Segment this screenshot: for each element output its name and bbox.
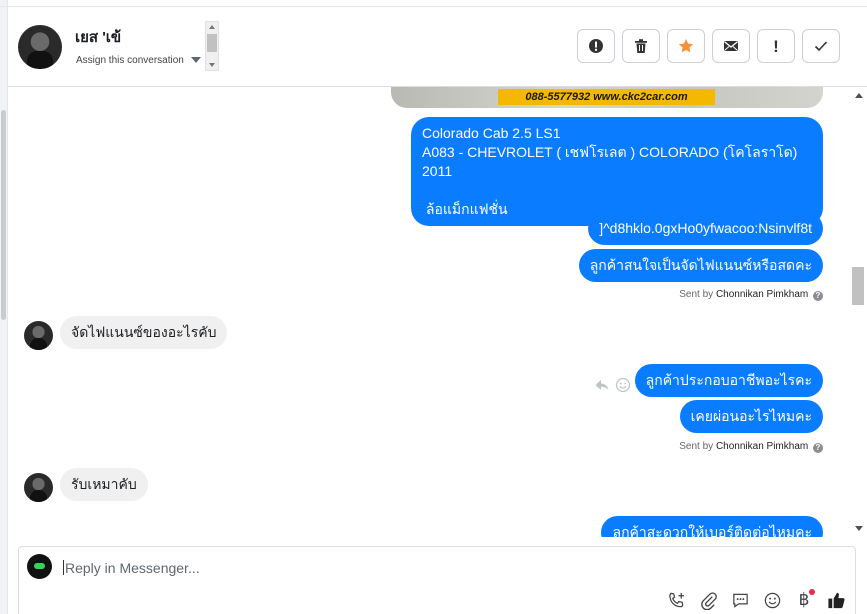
exclamation-icon: ! [773,36,779,56]
message-line: A083 - CHEVROLET ( เชฟโรเลต ) COLORADO (… [422,144,798,179]
sent-by-label: Sent by Chonnikan Pimkham ? [679,441,823,453]
contact-avatar-small[interactable] [24,473,53,502]
sender-name[interactable]: Chonnikan Pimkham [716,289,808,300]
header-actions: ! [577,29,840,63]
like-button[interactable] [825,589,847,611]
thumbs-up-icon [827,592,845,608]
reply-icon[interactable] [594,377,610,393]
sent-by-prefix: Sent by [679,441,714,452]
delete-button[interactable] [622,29,660,63]
payment-button[interactable]: ฿ [793,589,815,611]
done-button[interactable] [802,29,840,63]
notification-dot [809,589,815,595]
assign-conversation-dropdown[interactable]: Assign this conversation [76,55,184,66]
scroll-up-arrow-icon[interactable] [855,93,863,98]
star-button[interactable] [667,29,705,63]
spam-button[interactable] [577,29,615,63]
contact-avatar-small[interactable] [24,321,53,350]
baht-icon: ฿ [798,590,810,609]
message-thread: 088-5577932 www.ckc2car.com Colorado Cab… [8,87,851,537]
mark-unread-button[interactable] [712,29,750,63]
help-icon[interactable]: ? [813,443,823,453]
contact-name[interactable]: เยส 'เข้ [75,25,121,49]
caret-down-icon[interactable] [191,57,201,63]
attach-button[interactable] [697,589,719,611]
emoji-icon [764,592,780,608]
message-line: Colorado Cab 2.5 LS1 [422,125,561,141]
scrollbar-thumb[interactable] [207,34,217,52]
sender-name[interactable]: Chonnikan Pimkham [716,441,808,452]
outgoing-message[interactable]: ลูกค้าประกอบอาชีพอะไรคะ [634,364,823,397]
reply-placeholder: Reply in Messenger... [65,560,200,576]
left-panel-edge [0,0,8,614]
left-scrollbar-thumb[interactable] [1,110,6,320]
follow-up-button[interactable]: ! [757,29,795,63]
car-photo-attachment[interactable]: 088-5577932 www.ckc2car.com [391,87,823,108]
message-line [422,181,812,200]
envelope-icon [724,41,738,51]
star-icon [678,39,694,53]
saved-replies-button[interactable] [729,589,751,611]
outgoing-message[interactable]: Colorado Cab 2.5 LS1 A083 - CHEVROLET ( … [411,117,823,226]
contact-avatar[interactable] [18,25,62,69]
outgoing-message[interactable]: เคยผ่อนอะไรไหมคะ [679,400,823,433]
phone-add-icon [668,592,684,607]
composer-tools: ฿ [665,589,847,611]
chat-bubble-icon [732,593,748,608]
reply-composer: Reply in Messenger... ฿ [18,546,856,614]
thread-scrollbar[interactable] [851,87,867,537]
assign-list-scrollbar[interactable] [205,21,219,71]
call-button[interactable] [665,589,687,611]
outgoing-message[interactable]: ลูกค้าสะดวกให้เบอร์ติดต่อไหมคะ [601,516,823,537]
outgoing-message[interactable]: ลูกค้าสนใจเป็นจัดไฟแนนซ์หรือสดคะ [578,249,823,282]
scroll-up-arrow-icon[interactable] [209,25,215,29]
sent-by-prefix: Sent by [679,289,714,300]
sent-by-label: Sent by Chonnikan Pimkham ? [679,289,823,301]
trash-icon [635,39,647,53]
scrollbar-thumb[interactable] [852,267,864,305]
incoming-message[interactable]: รับเหมาคับ [60,468,148,501]
text-cursor [63,560,64,575]
emoji-button[interactable] [761,589,783,611]
photo-banner-text: 088-5577932 www.ckc2car.com [498,89,715,105]
reply-input[interactable]: Reply in Messenger... [63,560,200,576]
emoji-react-icon[interactable] [615,377,631,393]
incoming-message[interactable]: จัดไฟแนนซ์ของอะไรคับ [60,316,228,349]
help-icon[interactable]: ? [813,291,823,301]
checkmark-icon [814,41,828,52]
scroll-down-arrow-icon[interactable] [855,526,863,531]
paperclip-icon [700,591,717,610]
conversation-header: เยส 'เข้ Assign this conversation ! [8,7,867,87]
page-avatar [27,554,52,579]
scroll-down-arrow-icon[interactable] [209,63,215,67]
alert-circle-icon [589,39,603,53]
outgoing-message[interactable]: ]^d8hklo.0gxHo0yfwacoo:Nsinvlf8t [588,212,823,245]
